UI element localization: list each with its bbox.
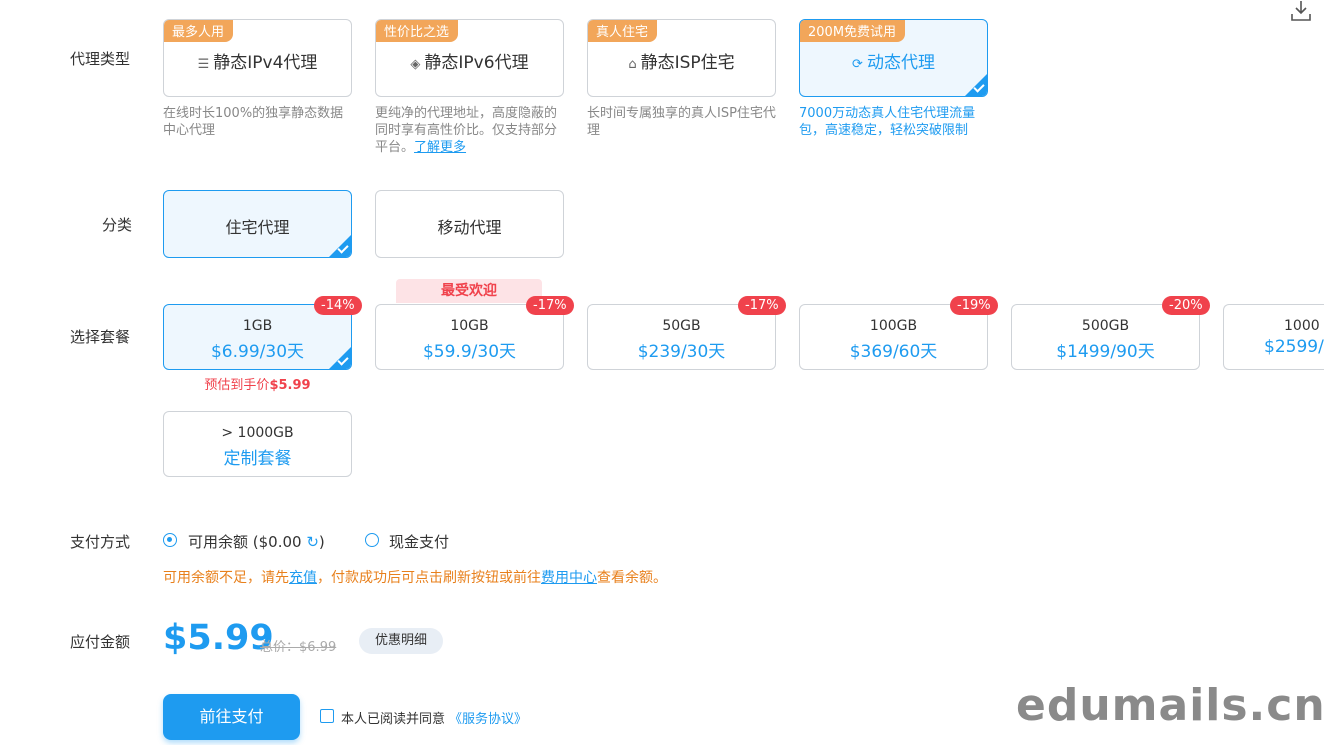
discount-detail-button[interactable]: 优惠明细 (359, 628, 443, 654)
proxy-type-ipv4-card[interactable]: 最多人用 ☰ 静态IPv4代理 (163, 19, 352, 97)
amount-label: 应付金额 (70, 633, 131, 651)
category-text: 移动代理 (437, 218, 502, 237)
home-icon: ⌂ (628, 57, 637, 72)
plan-price: $239/30天 (637, 342, 726, 362)
type-title: 静态IPv4代理 (213, 53, 318, 73)
proxy-type-dynamic-card[interactable]: 200M免费试用 ⟳ 动态代理 (799, 19, 988, 97)
balance-notice: 可用余额不足，请先充值，付款成功后可点击刷新按钮或前往费用中心查看余额。 (163, 567, 667, 587)
plan-price: $2599/ (1264, 337, 1324, 357)
estimated-prefix: 预估到手价 (204, 378, 270, 393)
plan-size: > 1000GB (221, 425, 294, 441)
discount-badge: -14% (314, 296, 362, 315)
notice-text: 可用余额不足，请先 (163, 570, 289, 586)
type-description: 长时间专属独享的真人ISP住宅代理 (587, 106, 776, 138)
type-title: 静态ISP住宅 (640, 53, 735, 73)
plan-price: $6.99/30天 (210, 342, 305, 362)
plan-card-1000gb[interactable]: 1000 $2599/ (1223, 304, 1324, 370)
pay-button[interactable]: 前往支付 (163, 694, 300, 740)
discount-badge: -17% (738, 296, 786, 315)
selected-check-icon (329, 235, 351, 257)
estimated-price: 预估到手价$5.99 (163, 374, 352, 393)
server-icon: ☰ (197, 57, 210, 72)
payment-label: 支付方式 (70, 533, 131, 551)
type-tag: 真人住宅 (588, 20, 658, 42)
popular-badge: 最受欢迎 (396, 279, 542, 303)
selected-check-icon (329, 347, 351, 369)
proxy-type-ipv6-card[interactable]: 性价比之选 ◈ 静态IPv6代理 (375, 19, 564, 97)
proxy-type-isp-card[interactable]: 真人住宅 ⌂ 静态ISP住宅 (587, 19, 776, 97)
billing-center-link[interactable]: 费用中心 (541, 570, 597, 586)
category-text: 住宅代理 (225, 218, 290, 237)
agreement-label: 本人已阅读并同意 (341, 712, 446, 727)
plan-size: 500GB (1081, 318, 1130, 334)
balance-suffix: ) (318, 533, 325, 551)
plan-size: 50GB (662, 318, 701, 334)
download-icon[interactable] (1290, 0, 1312, 22)
balance-option[interactable]: 可用余额 ($0.00 ↻) (188, 531, 325, 552)
custom-plan-label: 定制套餐 (223, 449, 292, 469)
plan-price: $1499/90天 (1056, 342, 1155, 362)
plan-size: 1000 (1284, 318, 1320, 334)
proxy-type-label: 代理类型 (70, 50, 131, 68)
type-title: 动态代理 (866, 53, 935, 73)
plan-price: $59.9/30天 (422, 342, 517, 362)
type-description: 在线时长100%的独享静态数据中心代理 (163, 106, 344, 138)
final-price: $5.99 (163, 618, 274, 658)
type-tag: 性价比之选 (376, 20, 459, 42)
watermark: edumails.cn (1016, 680, 1324, 731)
original-total: 总价：$6.99 (260, 636, 336, 655)
cash-radio[interactable] (365, 533, 379, 547)
refresh-icon: ⟳ (852, 57, 863, 72)
selected-check-icon (965, 74, 987, 96)
plan-label: 选择套餐 (70, 328, 131, 346)
type-tag: 最多人用 (164, 20, 234, 42)
type-tag: 200M免费试用 (800, 20, 906, 42)
agreement-text: 本人已阅读并同意 《服务协议》 (341, 708, 527, 727)
agreement-checkbox[interactable] (320, 709, 334, 723)
total-value: $6.99 (299, 640, 337, 655)
notice-text: 查看余额。 (597, 570, 667, 586)
discount-badge: -19% (950, 296, 998, 315)
type-description: 7000万动态真人住宅代理流量包，高速稳定，轻松突破限制 (799, 106, 976, 138)
learn-more-link[interactable]: 了解更多 (414, 140, 466, 155)
layers-icon: ◈ (410, 57, 421, 72)
service-agreement-link[interactable]: 《服务协议》 (449, 712, 527, 727)
plan-size: 10GB (450, 318, 489, 334)
category-residential[interactable]: 住宅代理 (163, 190, 352, 258)
refresh-balance-icon[interactable]: ↻ (306, 533, 319, 551)
recharge-link[interactable]: 充值 (289, 570, 317, 586)
plan-price: $369/60天 (849, 342, 938, 362)
estimated-value: $5.99 (269, 378, 311, 393)
notice-text: ，付款成功后可点击刷新按钮或前往 (317, 570, 541, 586)
balance-radio[interactable] (163, 533, 177, 547)
balance-label: 可用余额 ($0.00 (188, 533, 302, 551)
category-mobile[interactable]: 移动代理 (375, 190, 564, 258)
discount-badge: -20% (1162, 296, 1210, 315)
plan-size: 1GB (242, 318, 273, 334)
total-label: 总价： (260, 640, 300, 655)
type-description: 更纯净的代理地址，高度隐蔽的同时享有高性价比。仅支持部分平台。了解更多 (375, 105, 565, 156)
type-title: 静态IPv6代理 (424, 53, 529, 73)
category-label: 分类 (102, 216, 133, 234)
plan-size: 100GB (869, 318, 918, 334)
discount-badge: -17% (526, 296, 574, 315)
plan-card-custom[interactable]: > 1000GB 定制套餐 (163, 411, 352, 477)
cash-label[interactable]: 现金支付 (389, 531, 449, 552)
